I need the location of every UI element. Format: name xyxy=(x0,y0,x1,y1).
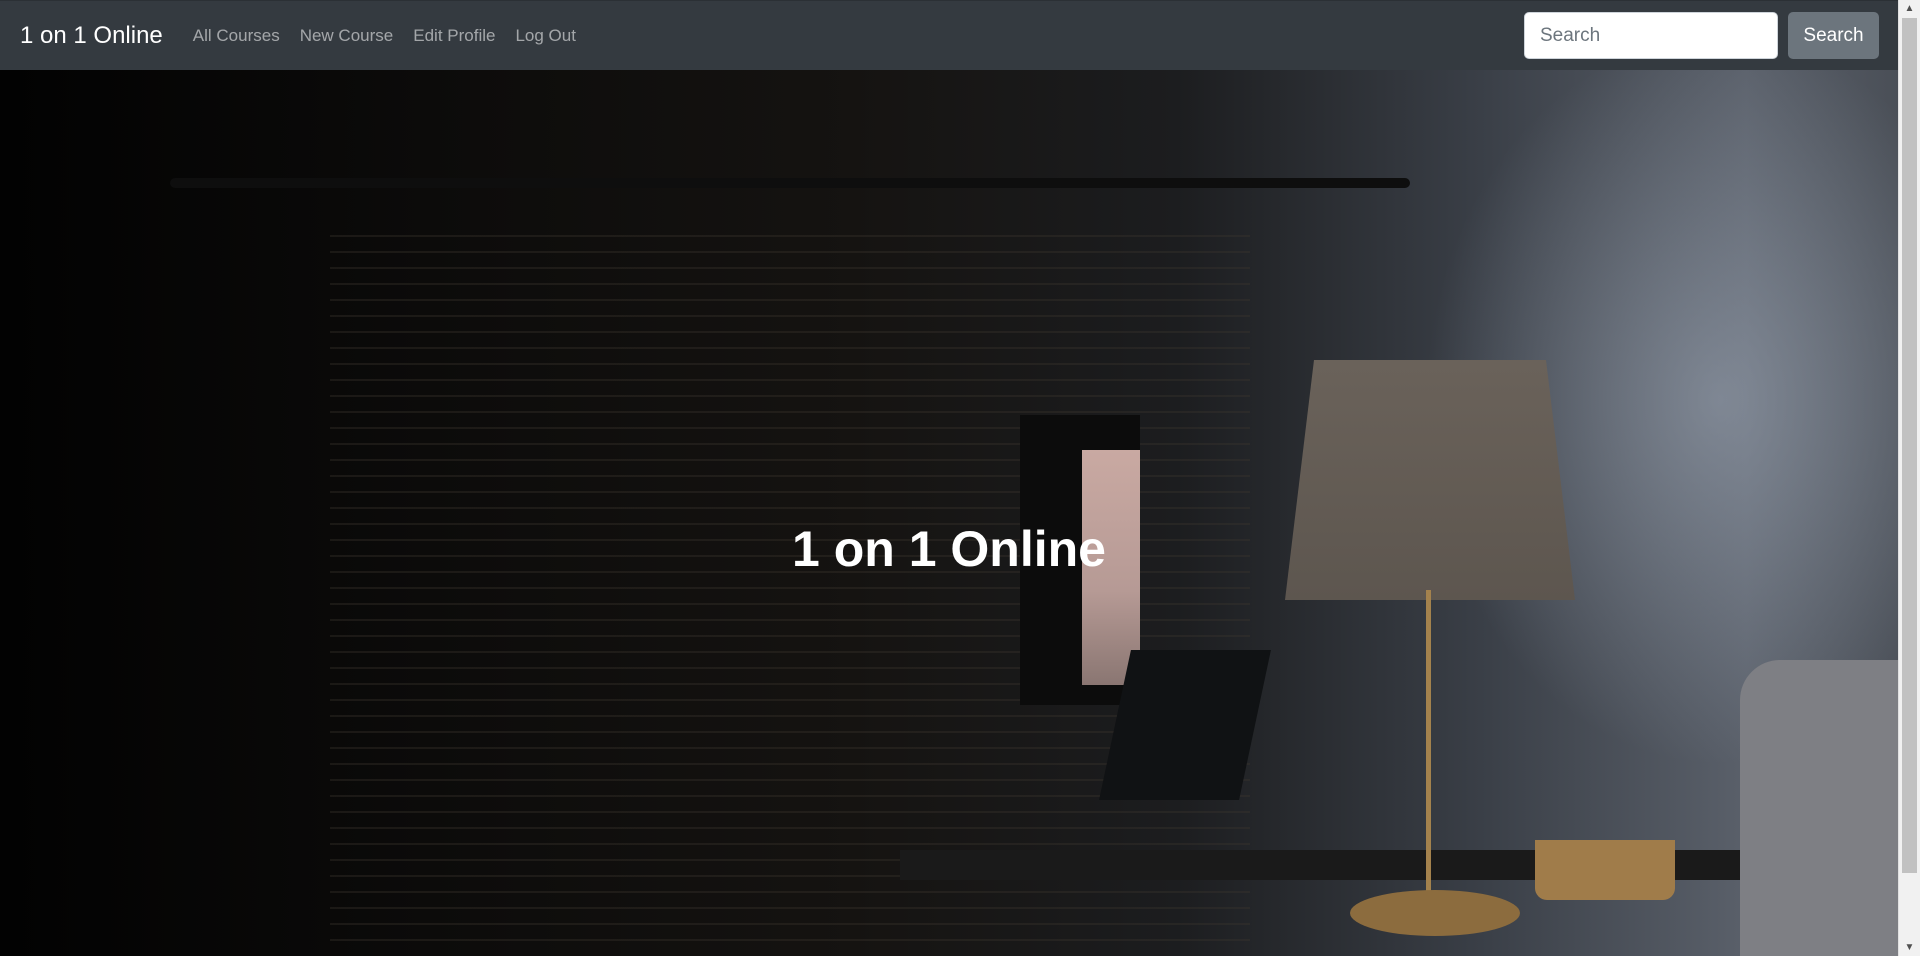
search-input[interactable] xyxy=(1524,12,1778,59)
hero-bg-chair xyxy=(1740,660,1898,956)
nav-links: All Courses New Course Edit Profile Log … xyxy=(193,26,596,46)
hero-bg-lamp-base xyxy=(1350,890,1520,936)
search-button[interactable]: Search xyxy=(1788,12,1879,59)
top-navbar: 1 on 1 Online All Courses New Course Edi… xyxy=(0,0,1898,70)
page: 1 on 1 Online All Courses New Course Edi… xyxy=(0,0,1920,956)
hero-bg-plant-pot xyxy=(1535,840,1675,900)
page-scrollbar[interactable]: ▲ ▼ xyxy=(1898,0,1920,956)
hero-bg-lamp-pole xyxy=(1426,590,1431,900)
hero-banner: 1 on 1 Online xyxy=(0,70,1898,956)
nav-link-edit-profile[interactable]: Edit Profile xyxy=(413,26,495,46)
hero-title: 1 on 1 Online xyxy=(792,521,1106,577)
nav-link-log-out[interactable]: Log Out xyxy=(515,26,576,46)
search-form: Search xyxy=(1524,12,1898,59)
scroll-up-arrow-icon[interactable]: ▲ xyxy=(1899,0,1920,17)
scroll-down-arrow-icon[interactable]: ▼ xyxy=(1899,939,1920,956)
scrollbar-thumb[interactable] xyxy=(1902,18,1917,873)
nav-link-all-courses[interactable]: All Courses xyxy=(193,26,280,46)
hero-bg-curtain-rod xyxy=(170,178,1410,188)
nav-link-new-course[interactable]: New Course xyxy=(300,26,394,46)
brand-link[interactable]: 1 on 1 Online xyxy=(20,22,163,50)
